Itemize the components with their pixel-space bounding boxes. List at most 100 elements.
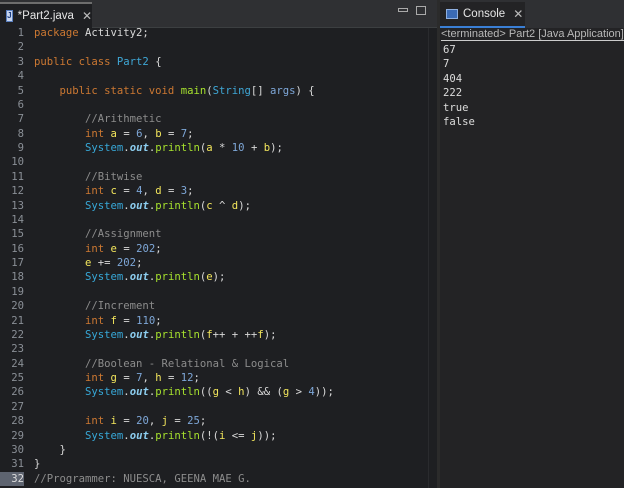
close-icon[interactable]: ✕ — [82, 9, 92, 23]
code-line: 26 System.out.println((g < h) && (g > 4)… — [0, 385, 428, 399]
code-token: //Boolean - Relational & Logical — [34, 357, 290, 370]
code-token: //Assignment — [34, 228, 162, 241]
close-icon[interactable]: ✕ — [513, 7, 523, 21]
code-line: 17 e += 202; — [0, 256, 428, 270]
code-token: 20 — [136, 415, 149, 428]
code-token: ^ — [212, 199, 232, 212]
code-token: += — [91, 257, 117, 269]
code-line: 10 — [0, 155, 428, 169]
code-token: System — [34, 328, 124, 341]
code-line: 1 package Activity2; — [0, 26, 428, 40]
code-token: + — [244, 142, 264, 154]
line-number: 12 — [11, 185, 24, 198]
code-token: Part2 — [116, 55, 149, 68]
console-icon — [446, 9, 458, 19]
code-token: public static void — [34, 84, 181, 97]
code-line: 21 int f = 110; — [0, 314, 428, 328]
code-line: 22 System.out.println(f++ + ++f); — [0, 328, 428, 342]
code-token: 25 — [187, 415, 200, 428]
line-number: 28 — [11, 415, 24, 428]
line-number: 4 — [17, 70, 24, 83]
code-token: //Bitwise — [34, 170, 143, 183]
code-token: int — [34, 127, 111, 140]
code-token: ); — [238, 199, 251, 212]
code-token: System — [34, 271, 124, 284]
code-token: = — [161, 127, 181, 140]
line-number: 20 — [11, 300, 24, 313]
line-number: 1 — [17, 27, 24, 39]
code-token: ; — [155, 242, 162, 255]
line-number: 21 — [11, 314, 24, 327]
code-token: ; — [136, 257, 143, 269]
code-line: 11 //Bitwise — [0, 170, 428, 184]
tab-part2-java[interactable]: J *Part2.java ✕ — [0, 2, 92, 28]
line-number: 17 — [11, 257, 24, 269]
code-line: 24 //Boolean - Relational & Logical — [0, 357, 428, 371]
code-token: out — [129, 142, 149, 154]
code-line: 32 //Programmer: NUESCA, GEENA MAE G. — [0, 471, 428, 487]
code-line: 3 public class Part2 { — [0, 55, 428, 69]
code-token: = — [116, 127, 137, 140]
java-file-icon: J — [6, 10, 13, 22]
editor-pane[interactable]: J *Part2.java ✕ 1 package Activity2; 2 3 pub… — [0, 0, 437, 488]
code-token: ; — [155, 314, 162, 327]
line-number: 10 — [11, 156, 24, 169]
code-line: 15 //Assignment — [0, 227, 428, 241]
code-token: int — [34, 185, 111, 198]
code-token: //Arithmetic — [34, 113, 162, 126]
code-line: 19 — [0, 285, 428, 299]
code-token: Activity2; — [85, 27, 149, 39]
code-area[interactable]: 1 package Activity2; 2 3 public class Part2 … — [0, 26, 428, 487]
line-number: 32 — [0, 471, 24, 487]
console-line: true — [443, 101, 469, 114]
code-token: System — [34, 429, 124, 442]
code-token: println — [155, 328, 200, 341]
code-token: println — [155, 271, 200, 284]
code-token: int — [34, 242, 111, 255]
code-token: 12 — [180, 372, 194, 384]
line-number: 5 — [17, 84, 24, 97]
code-token: String — [212, 84, 251, 97]
line-number: 15 — [11, 228, 24, 241]
code-token: out — [129, 271, 149, 284]
tab-label: Console — [463, 8, 506, 20]
line-number: 25 — [11, 372, 24, 384]
code-token: < — [219, 386, 239, 399]
code-token: ); — [270, 142, 283, 154]
code-token: 202 — [136, 242, 156, 255]
line-number: 3 — [17, 55, 24, 68]
code-line: 12 int c = 4, d = 3; — [0, 184, 428, 198]
code-token: int — [34, 314, 111, 327]
code-line: 13 System.out.println(c ^ d); — [0, 199, 428, 213]
tab-console[interactable]: Console ✕ — [440, 2, 525, 28]
code-token: = — [116, 242, 137, 255]
code-token: = — [161, 372, 181, 384]
code-line: 5 public static void main(String[] args)… — [0, 84, 428, 98]
console-tab-bar: Console ✕ — [440, 0, 624, 28]
code-token: ; — [187, 127, 194, 140]
code-line: 25 int g = 7, h = 12; — [0, 371, 428, 385]
code-token: , — [148, 415, 162, 428]
code-token: println — [155, 199, 200, 212]
code-token: ); — [263, 328, 277, 341]
line-number: 6 — [17, 98, 24, 111]
line-number: 19 — [11, 285, 24, 298]
code-token: ; — [193, 372, 200, 384]
code-token: 110 — [136, 314, 156, 327]
code-token: 10 — [231, 142, 245, 154]
code-line: 30 } — [0, 443, 428, 457]
code-token: = — [116, 372, 137, 384]
editor-tab-bar: J *Part2.java ✕ — [0, 0, 437, 28]
vertical-scrollbar[interactable] — [428, 28, 437, 488]
code-line: 27 — [0, 400, 428, 414]
code-token: (!( — [199, 429, 220, 442]
code-line: 31} — [0, 457, 428, 471]
code-token: 202 — [116, 257, 137, 269]
code-token: } — [34, 458, 41, 471]
maximize-icon[interactable] — [416, 6, 426, 15]
minimize-icon[interactable] — [398, 8, 408, 12]
console-status: <terminated> Part2 [Java Application] — [441, 28, 624, 41]
code-token: out — [129, 199, 149, 212]
console-pane: Console ✕ <terminated> Part2 [Java Appli… — [440, 0, 624, 488]
line-number: 13 — [11, 199, 24, 212]
